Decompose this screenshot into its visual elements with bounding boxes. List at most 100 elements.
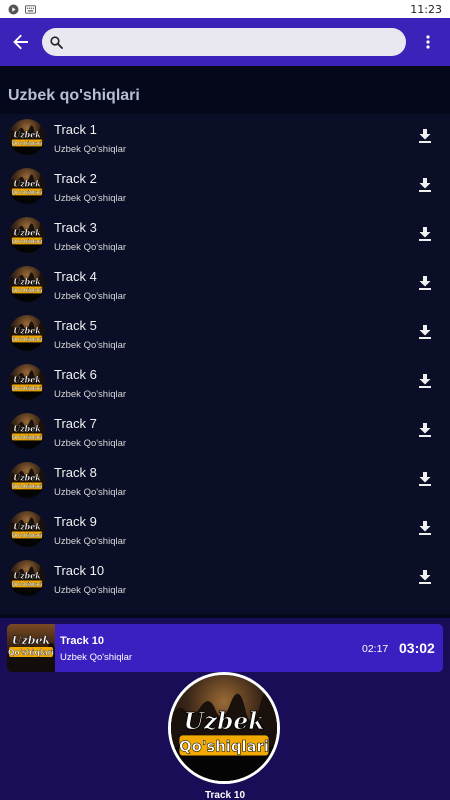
track-row[interactable]: Uzbek Qo'shiqlari Track 1 Uzbek Qo'shiqla…: [0, 114, 450, 163]
svg-text:Uzbek: Uzbek: [12, 634, 51, 647]
download-icon: [419, 472, 431, 486]
track-artwork: Uzbek Qo'shiqlari: [9, 315, 45, 351]
download-icon: [419, 129, 431, 143]
section-title: Uzbek qo'shiqlari: [8, 87, 140, 104]
track-row[interactable]: Uzbek Qo'shiqlari Track 7 Uzbek Qo'shiqla…: [0, 408, 450, 457]
track-artwork: Uzbek Qo'shiqlari: [9, 462, 45, 498]
track-artist: Uzbek Qo'shiqlar: [54, 389, 127, 400]
track-artwork: Uzbek Qo'shiqlari: [9, 266, 45, 302]
play-store-icon: [8, 4, 19, 15]
download-button[interactable]: [416, 372, 434, 390]
svg-text:Qo'shiqlari: Qo'shiqlari: [179, 738, 269, 755]
mini-player[interactable]: Uzbek Qo'shiqlari Track 10 Uzbek Qo'shiql…: [7, 624, 443, 672]
track-row[interactable]: Uzbek Qo'shiqlari Track 3 Uzbek Qo'shiqla…: [0, 212, 450, 261]
status-time: 11:23: [410, 2, 442, 16]
track-artist: Uzbek Qo'shiqlar: [54, 536, 127, 547]
download-icon: [419, 570, 431, 584]
svg-text:Qo'shiqlari: Qo'shiqlari: [12, 288, 43, 294]
track-info: Track 9 Uzbek Qo'shiqlar: [54, 514, 126, 547]
track-title: Track 10: [54, 563, 105, 578]
track-artwork: Uzbek Qo'shiqlari: [9, 168, 45, 204]
track-info: Track 6 Uzbek Qo'shiqlar: [54, 367, 126, 400]
now-playing-artwork: Uzbek Qo'shiqlari: [168, 672, 280, 784]
track-row[interactable]: Uzbek Qo'shiqlari Track 8 Uzbek Qo'shiqla…: [0, 457, 450, 506]
svg-text:Uzbek: Uzbek: [13, 424, 41, 433]
now-playing-title: Track 10: [204, 790, 246, 800]
svg-text:Qo'shiqlari: Qo'shiqlari: [8, 648, 54, 657]
svg-text:Uzbek: Uzbek: [13, 130, 41, 139]
mini-player-artwork: Uzbek Qo'shiqlari: [7, 624, 55, 672]
more-vert-icon: [426, 35, 430, 49]
svg-text:Qo'shiqlari: Qo'shiqlari: [12, 435, 43, 441]
download-icon: [419, 325, 431, 339]
track-info: Track 2 Uzbek Qo'shiqlar: [54, 171, 126, 204]
app-screen: 11:23 Uzbek qo'shiqlari Uzbek Qo'shiqlari…: [0, 0, 450, 800]
svg-text:Qo'shiqlari: Qo'shiqlari: [12, 386, 43, 392]
track-row[interactable]: Uzbek Qo'shiqlari Track 6 Uzbek Qo'shiqla…: [0, 359, 450, 408]
track-row[interactable]: Uzbek Qo'shiqlari Track 5 Uzbek Qo'shiqla…: [0, 310, 450, 359]
track-row[interactable]: Uzbek Qo'shiqlari Track 2 Uzbek Qo'shiqla…: [0, 163, 450, 212]
back-button[interactable]: [0, 18, 42, 66]
download-button[interactable]: [416, 274, 434, 292]
track-row[interactable]: Uzbek Qo'shiqlari Track 4 Uzbek Qo'shiqla…: [0, 261, 450, 310]
svg-text:Uzbek: Uzbek: [184, 708, 265, 735]
svg-text:Uzbek: Uzbek: [13, 277, 41, 286]
track-info: Track 10 Uzbek Qo'shiqlar: [54, 563, 126, 596]
track-info: Track 5 Uzbek Qo'shiqlar: [54, 318, 126, 351]
svg-text:Uzbek: Uzbek: [13, 179, 41, 188]
track-row[interactable]: Uzbek Qo'shiqlari Track 9 Uzbek Qo'shiqla…: [0, 506, 450, 555]
download-button[interactable]: [416, 127, 434, 145]
status-bar: 11:23: [0, 0, 450, 18]
track-artwork: Uzbek Qo'shiqlari: [9, 560, 45, 596]
track-artwork: Uzbek Qo'shiqlari: [9, 511, 45, 547]
more-options-button[interactable]: [406, 18, 450, 66]
download-button[interactable]: [416, 176, 434, 194]
track-artist: Uzbek Qo'shiqlar: [54, 144, 127, 155]
track-artwork: Uzbek Qo'shiqlari: [9, 413, 45, 449]
track-artwork: Uzbek Qo'shiqlari: [9, 364, 45, 400]
svg-text:Qo'shiqlari: Qo'shiqlari: [12, 190, 43, 196]
download-icon: [419, 178, 431, 192]
track-title: Track 7: [54, 416, 97, 431]
svg-text:Qo'shiqlari: Qo'shiqlari: [12, 337, 43, 343]
track-list[interactable]: Uzbek Qo'shiqlari Track 1 Uzbek Qo'shiqla…: [0, 114, 450, 614]
svg-text:Qo'shiqlari: Qo'shiqlari: [12, 239, 43, 245]
download-icon: [419, 374, 431, 388]
download-button[interactable]: [416, 225, 434, 243]
search-box[interactable]: [42, 28, 406, 56]
svg-text:Uzbek: Uzbek: [13, 375, 41, 384]
track-duration: 03:02: [399, 640, 435, 656]
track-artwork: Uzbek Qo'shiqlari: [9, 119, 45, 155]
download-button[interactable]: [416, 519, 434, 537]
track-info: Track 3 Uzbek Qo'shiqlar: [54, 220, 126, 253]
now-playing-logo: Uzbek Qo'shiqlari: [171, 675, 277, 781]
svg-text:Qo'shiqlari: Qo'shiqlari: [12, 533, 43, 539]
arrow-back-icon: [13, 34, 28, 50]
track-info: Track 4 Uzbek Qo'shiqlar: [54, 269, 126, 302]
track-info: Track 7 Uzbek Qo'shiqlar: [54, 416, 126, 449]
track-title: Track 9: [54, 514, 97, 529]
track-title: Track 4: [54, 269, 97, 284]
search-input[interactable]: [69, 30, 406, 54]
download-button[interactable]: [416, 421, 434, 439]
download-button[interactable]: [416, 470, 434, 488]
track-artist: Uzbek Qo'shiqlar: [54, 487, 127, 498]
svg-text:Uzbek: Uzbek: [13, 522, 41, 531]
track-info: Track 8 Uzbek Qo'shiqlar: [54, 465, 126, 498]
svg-text:Uzbek: Uzbek: [13, 571, 41, 580]
track-title: Track 8: [54, 465, 97, 480]
mini-player-title: Track 10: [60, 635, 105, 647]
svg-text:Uzbek: Uzbek: [13, 473, 41, 482]
mini-player-artist: Uzbek Qo'shiqlar: [60, 652, 133, 663]
download-button[interactable]: [416, 323, 434, 341]
track-title: Track 3: [54, 220, 97, 235]
track-title: Track 1: [54, 122, 97, 137]
download-button[interactable]: [416, 568, 434, 586]
track-info: Track 1 Uzbek Qo'shiqlar: [54, 122, 126, 155]
track-row[interactable]: Uzbek Qo'shiqlari Track 10 Uzbek Qo'shiql…: [0, 555, 450, 604]
track-title: Track 6: [54, 367, 97, 382]
download-icon: [419, 521, 431, 535]
track-artwork: Uzbek Qo'shiqlari: [9, 217, 45, 253]
toolbar: [0, 18, 450, 66]
download-icon: [419, 227, 431, 241]
